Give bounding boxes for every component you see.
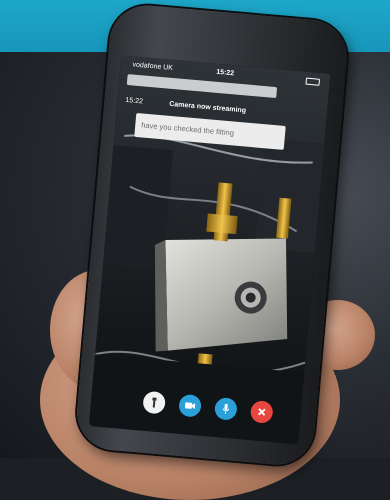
status-time: 15:22 xyxy=(215,68,235,78)
end-call-button[interactable] xyxy=(249,400,274,424)
video-camera-icon xyxy=(184,402,196,410)
microphone-icon xyxy=(222,403,230,414)
phone-screen: vodafone UK 15:22 15:22 Camera now strea… xyxy=(88,55,331,445)
video-button[interactable] xyxy=(178,393,202,418)
flashlight-button[interactable] xyxy=(142,390,167,415)
battery-icon xyxy=(305,77,321,86)
camera-status-time: 15:22 xyxy=(125,96,144,106)
flashlight-icon xyxy=(152,397,157,408)
close-icon xyxy=(257,408,266,416)
microphone-button[interactable] xyxy=(213,396,238,421)
smartphone: vodafone UK 15:22 15:22 Camera now strea… xyxy=(74,2,350,468)
